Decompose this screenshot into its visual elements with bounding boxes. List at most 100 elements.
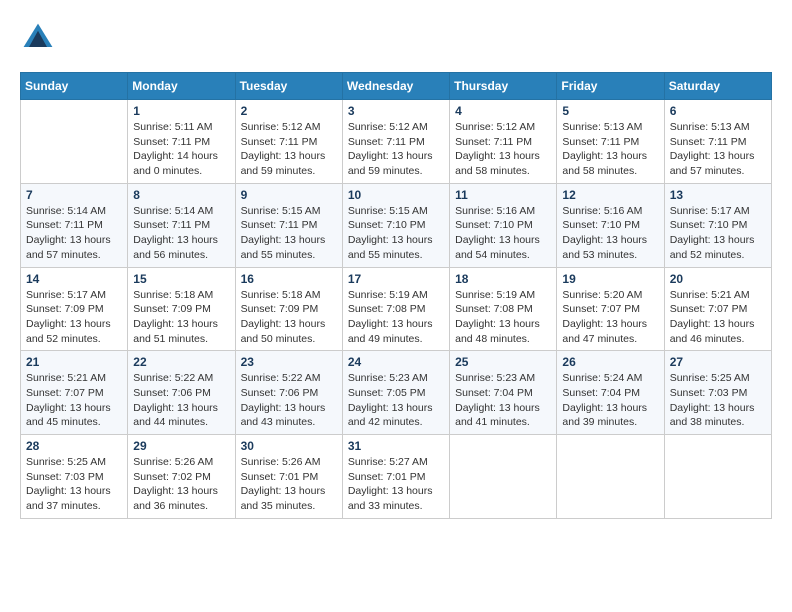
calendar-cell	[664, 435, 771, 519]
day-info: Sunrise: 5:25 AMSunset: 7:03 PMDaylight:…	[670, 371, 766, 430]
day-info: Sunrise: 5:21 AMSunset: 7:07 PMDaylight:…	[670, 288, 766, 347]
calendar-cell: 5 Sunrise: 5:13 AMSunset: 7:11 PMDaylight…	[557, 100, 664, 184]
calendar-cell: 15Sunrise: 5:18 AMSunset: 7:09 PMDayligh…	[128, 267, 235, 351]
header-sunday: Sunday	[21, 73, 128, 100]
calendar-cell: 16 Sunrise: 5:18 AMSunset: 7:09 PMDayligh…	[235, 267, 342, 351]
calendar-cell: 10Sunrise: 5:15 AMSunset: 7:10 PMDayligh…	[342, 183, 449, 267]
calendar-week-3: 14 Sunrise: 5:17 AMSunset: 7:09 PMDayligh…	[21, 267, 772, 351]
day-number: 30	[241, 439, 337, 453]
calendar-cell: 21 Sunrise: 5:21 AMSunset: 7:07 PMDayligh…	[21, 351, 128, 435]
day-info: Sunrise: 5:18 AMSunset: 7:09 PMDaylight:…	[241, 288, 337, 347]
day-number: 13	[670, 188, 766, 202]
day-number: 20	[670, 272, 766, 286]
day-number: 23	[241, 355, 337, 369]
calendar-cell: 19Sunrise: 5:20 AMSunset: 7:07 PMDayligh…	[557, 267, 664, 351]
day-number: 24	[348, 355, 444, 369]
calendar-cell: 27 Sunrise: 5:25 AMSunset: 7:03 PMDayligh…	[664, 351, 771, 435]
day-info: Sunrise: 5:25 AMSunset: 7:03 PMDaylight:…	[26, 455, 122, 514]
day-info: Sunrise: 5:14 AMSunset: 7:11 PMDaylight:…	[133, 204, 229, 263]
calendar-cell: 25 Sunrise: 5:23 AMSunset: 7:04 PMDayligh…	[450, 351, 557, 435]
day-number: 16	[241, 272, 337, 286]
day-info: Sunrise: 5:19 AMSunset: 7:08 PMDaylight:…	[455, 288, 551, 347]
day-info: Sunrise: 5:22 AMSunset: 7:06 PMDaylight:…	[133, 371, 229, 430]
calendar-header-row: SundayMondayTuesdayWednesdayThursdayFrid…	[21, 73, 772, 100]
day-info: Sunrise: 5:17 AMSunset: 7:09 PMDaylight:…	[26, 288, 122, 347]
day-number: 27	[670, 355, 766, 369]
calendar-cell: 31 Sunrise: 5:27 AMSunset: 7:01 PMDayligh…	[342, 435, 449, 519]
header-saturday: Saturday	[664, 73, 771, 100]
day-info: Sunrise: 5:16 AMSunset: 7:10 PMDaylight:…	[562, 204, 658, 263]
day-info: Sunrise: 5:17 AMSunset: 7:10 PMDaylight:…	[670, 204, 766, 263]
day-number: 3	[348, 104, 444, 118]
calendar-cell: 9 Sunrise: 5:15 AMSunset: 7:11 PMDaylight…	[235, 183, 342, 267]
calendar-cell: 20 Sunrise: 5:21 AMSunset: 7:07 PMDayligh…	[664, 267, 771, 351]
day-number: 29	[133, 439, 229, 453]
day-info: Sunrise: 5:24 AMSunset: 7:04 PMDaylight:…	[562, 371, 658, 430]
calendar-table: SundayMondayTuesdayWednesdayThursdayFrid…	[20, 72, 772, 519]
calendar-week-2: 7 Sunrise: 5:14 AMSunset: 7:11 PMDaylight…	[21, 183, 772, 267]
day-info: Sunrise: 5:23 AMSunset: 7:04 PMDaylight:…	[455, 371, 551, 430]
day-info: Sunrise: 5:18 AMSunset: 7:09 PMDaylight:…	[133, 288, 229, 347]
day-info: Sunrise: 5:16 AMSunset: 7:10 PMDaylight:…	[455, 204, 551, 263]
calendar-cell: 13 Sunrise: 5:17 AMSunset: 7:10 PMDayligh…	[664, 183, 771, 267]
day-number: 11	[455, 188, 551, 202]
header-thursday: Thursday	[450, 73, 557, 100]
day-info: Sunrise: 5:12 AMSunset: 7:11 PMDaylight:…	[241, 120, 337, 179]
header-friday: Friday	[557, 73, 664, 100]
day-number: 19	[562, 272, 658, 286]
day-info: Sunrise: 5:26 AMSunset: 7:02 PMDaylight:…	[133, 455, 229, 514]
day-number: 7	[26, 188, 122, 202]
day-info: Sunrise: 5:13 AMSunset: 7:11 PMDaylight:…	[670, 120, 766, 179]
calendar-cell	[557, 435, 664, 519]
day-number: 21	[26, 355, 122, 369]
calendar-cell: 18 Sunrise: 5:19 AMSunset: 7:08 PMDayligh…	[450, 267, 557, 351]
calendar-week-4: 21 Sunrise: 5:21 AMSunset: 7:07 PMDayligh…	[21, 351, 772, 435]
calendar-cell: 26 Sunrise: 5:24 AMSunset: 7:04 PMDayligh…	[557, 351, 664, 435]
day-info: Sunrise: 5:12 AMSunset: 7:11 PMDaylight:…	[348, 120, 444, 179]
calendar-cell: 6Sunrise: 5:13 AMSunset: 7:11 PMDaylight…	[664, 100, 771, 184]
calendar-cell: 29 Sunrise: 5:26 AMSunset: 7:02 PMDayligh…	[128, 435, 235, 519]
calendar-cell: 1Sunrise: 5:11 AMSunset: 7:11 PMDaylight…	[128, 100, 235, 184]
day-info: Sunrise: 5:26 AMSunset: 7:01 PMDaylight:…	[241, 455, 337, 514]
day-number: 12	[562, 188, 658, 202]
calendar-cell: 11 Sunrise: 5:16 AMSunset: 7:10 PMDayligh…	[450, 183, 557, 267]
day-number: 4	[455, 104, 551, 118]
calendar-cell	[21, 100, 128, 184]
day-number: 1	[133, 104, 229, 118]
day-info: Sunrise: 5:14 AMSunset: 7:11 PMDaylight:…	[26, 204, 122, 263]
page-header	[20, 20, 772, 56]
logo	[20, 20, 60, 56]
calendar-cell: 12 Sunrise: 5:16 AMSunset: 7:10 PMDayligh…	[557, 183, 664, 267]
day-number: 26	[562, 355, 658, 369]
calendar-cell	[450, 435, 557, 519]
day-number: 2	[241, 104, 337, 118]
calendar-week-5: 28 Sunrise: 5:25 AMSunset: 7:03 PMDayligh…	[21, 435, 772, 519]
calendar-cell: 22 Sunrise: 5:22 AMSunset: 7:06 PMDayligh…	[128, 351, 235, 435]
day-number: 31	[348, 439, 444, 453]
calendar-cell: 4Sunrise: 5:12 AMSunset: 7:11 PMDaylight…	[450, 100, 557, 184]
day-number: 28	[26, 439, 122, 453]
day-info: Sunrise: 5:21 AMSunset: 7:07 PMDaylight:…	[26, 371, 122, 430]
calendar-cell: 2 Sunrise: 5:12 AMSunset: 7:11 PMDaylight…	[235, 100, 342, 184]
calendar-week-1: 1Sunrise: 5:11 AMSunset: 7:11 PMDaylight…	[21, 100, 772, 184]
calendar-cell: 30 Sunrise: 5:26 AMSunset: 7:01 PMDayligh…	[235, 435, 342, 519]
day-info: Sunrise: 5:27 AMSunset: 7:01 PMDaylight:…	[348, 455, 444, 514]
day-number: 17	[348, 272, 444, 286]
day-number: 5	[562, 104, 658, 118]
calendar-cell: 28 Sunrise: 5:25 AMSunset: 7:03 PMDayligh…	[21, 435, 128, 519]
day-number: 22	[133, 355, 229, 369]
day-number: 10	[348, 188, 444, 202]
calendar-cell: 24Sunrise: 5:23 AMSunset: 7:05 PMDayligh…	[342, 351, 449, 435]
day-info: Sunrise: 5:13 AMSunset: 7:11 PMDaylight:…	[562, 120, 658, 179]
day-info: Sunrise: 5:15 AMSunset: 7:11 PMDaylight:…	[241, 204, 337, 263]
header-wednesday: Wednesday	[342, 73, 449, 100]
calendar-cell: 7 Sunrise: 5:14 AMSunset: 7:11 PMDaylight…	[21, 183, 128, 267]
day-number: 25	[455, 355, 551, 369]
day-info: Sunrise: 5:22 AMSunset: 7:06 PMDaylight:…	[241, 371, 337, 430]
calendar-cell: 3 Sunrise: 5:12 AMSunset: 7:11 PMDaylight…	[342, 100, 449, 184]
day-number: 14	[26, 272, 122, 286]
calendar-cell: 8Sunrise: 5:14 AMSunset: 7:11 PMDaylight…	[128, 183, 235, 267]
day-number: 9	[241, 188, 337, 202]
calendar-cell: 23 Sunrise: 5:22 AMSunset: 7:06 PMDayligh…	[235, 351, 342, 435]
day-number: 18	[455, 272, 551, 286]
